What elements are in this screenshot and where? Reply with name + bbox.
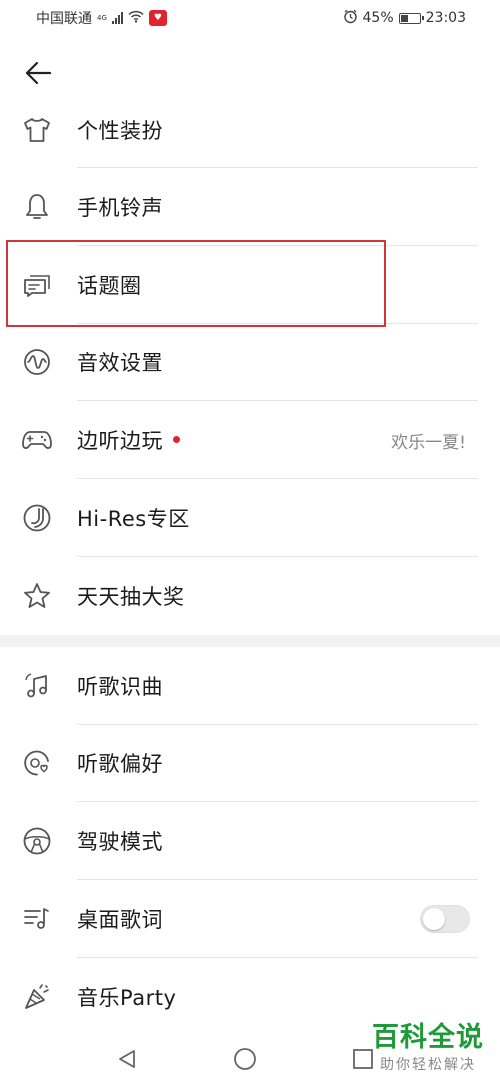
menu-item-label: 桌面歌词 <box>77 908 163 933</box>
menu-item-label: 听歌识曲 <box>77 674 163 699</box>
menu-item-desktop-lyrics[interactable]: 桌面歌词 <box>0 880 500 958</box>
menu-item-driving-mode[interactable]: 驾驶模式 <box>0 802 500 881</box>
menu-item-listening-preference[interactable]: 听歌偏好 <box>0 725 500 803</box>
menu-item-play-while-listening[interactable]: 边听边玩 欢乐一夏! <box>0 401 500 480</box>
menu-item-label: 个性装扮 <box>77 119 163 143</box>
battery-percent: 45% <box>362 10 394 26</box>
chat-bubbles-icon <box>20 268 54 302</box>
hires-icon <box>20 501 54 535</box>
section-separator <box>0 634 500 647</box>
menu-item-theme[interactable]: 个性装扮 <box>0 92 500 168</box>
wifi-icon <box>128 10 144 27</box>
menu-item-label: 驾驶模式 <box>77 830 163 855</box>
menu-item-label: 音乐Party <box>77 985 177 1010</box>
menu-item-sound-effects[interactable]: 音效设置 <box>0 324 500 402</box>
lyrics-icon <box>20 902 54 936</box>
back-button[interactable] <box>18 55 58 91</box>
status-bar: 中国联通 4G ♥ 45% 23:03 <box>0 0 500 36</box>
menu-item-label: 手机铃声 <box>77 195 163 220</box>
square-recents-icon <box>353 1048 373 1069</box>
network-type: 4G <box>97 14 107 22</box>
menu-item-ringtone[interactable]: 手机铃声 <box>0 168 500 246</box>
circle-home-icon <box>234 1047 256 1070</box>
new-badge-dot <box>173 435 180 443</box>
tshirt-icon <box>20 113 54 147</box>
toggle-knob <box>423 908 445 931</box>
settings-menu: 个性装扮 手机铃声 话题圈 音效设置 边听边玩 欢乐一夏! Hi-Res专区 天… <box>0 92 500 1036</box>
star-icon <box>20 579 54 613</box>
app-notification-icon: ♥ <box>148 10 167 26</box>
sound-wave-icon <box>20 345 54 379</box>
nav-home-button[interactable] <box>229 1043 261 1075</box>
carrier-name: 中国联通 <box>36 11 92 27</box>
menu-item-hint: 欢乐一夏! <box>391 432 466 453</box>
nav-back-button[interactable] <box>111 1043 143 1075</box>
menu-item-label: 音效设置 <box>77 351 163 376</box>
menu-item-hires-zone[interactable]: Hi-Res专区 <box>0 479 500 557</box>
bell-icon <box>20 190 54 224</box>
menu-item-label: 天天抽大奖 <box>77 584 185 609</box>
clock: 23:03 <box>425 10 466 26</box>
menu-item-label: 边听边玩 <box>77 425 180 455</box>
menu-item-topic-circle[interactable]: 话题圈 <box>0 246 500 324</box>
party-icon <box>20 980 54 1014</box>
watermark-logo: 百科全说 助你轻松解决 <box>372 1022 484 1073</box>
gamepad-icon <box>20 423 54 457</box>
menu-item-label: 话题圈 <box>77 273 142 298</box>
preference-icon <box>20 746 54 780</box>
desktop-lyrics-toggle[interactable] <box>420 905 470 934</box>
signal-icon <box>111 12 123 24</box>
steering-wheel-icon <box>20 824 54 858</box>
menu-item-song-recognition[interactable]: 听歌识曲 <box>0 647 500 725</box>
menu-item-label: Hi-Res专区 <box>77 507 190 532</box>
menu-item-daily-lottery[interactable]: 天天抽大奖 <box>0 557 500 635</box>
triangle-back-icon <box>119 1049 135 1068</box>
music-note-icon <box>20 669 54 703</box>
back-arrow-icon <box>25 61 52 85</box>
alarm-icon <box>343 9 358 28</box>
battery-icon <box>398 12 424 24</box>
menu-item-label: 听歌偏好 <box>77 752 163 777</box>
